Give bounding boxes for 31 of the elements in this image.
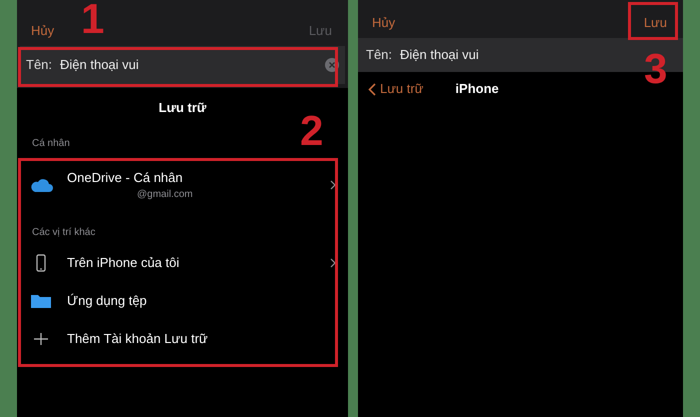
- step-number: 2: [300, 110, 324, 152]
- item-label: Trên iPhone của tôi: [67, 254, 180, 272]
- field-value: Điện thoại vui: [60, 56, 140, 74]
- screen-title: Lưu trữ: [158, 100, 206, 115]
- field-label: Tên:: [366, 46, 392, 64]
- clear-icon[interactable]: [325, 58, 339, 72]
- cloud-icon: [29, 177, 53, 193]
- item-label: OneDrive - Cá nhân: [67, 168, 184, 187]
- cancel-button[interactable]: Hủy: [372, 12, 396, 32]
- item-label: Ứng dụng tệp: [67, 292, 148, 310]
- location-item[interactable]: Ứng dụng tệp: [17, 282, 348, 320]
- highlight-frame: [628, 2, 678, 40]
- back-chevron-icon: [368, 82, 376, 96]
- field-value: Điện thoại vui: [400, 46, 479, 64]
- chevron-icon: [330, 258, 336, 268]
- field-label: Tên:: [26, 56, 52, 74]
- item-label: Thêm Tài khoản Lưu trữ: [67, 330, 209, 348]
- section-header: Các vị trí khác: [31, 226, 96, 240]
- back-button[interactable]: Lưu trữ: [368, 79, 424, 99]
- save-button[interactable]: Lưu: [642, 12, 669, 32]
- step-number: 1: [81, 0, 104, 40]
- chevron-icon: [330, 180, 336, 190]
- location-item[interactable]: OneDrive - Cá nhân @gmail.com: [17, 163, 348, 207]
- folder-icon: [29, 293, 53, 309]
- item-subtitle: @gmail.com: [136, 188, 194, 202]
- location-item[interactable]: Trên iPhone của tôi: [17, 244, 348, 282]
- cancel-button[interactable]: Hủy: [31, 20, 54, 40]
- name-field[interactable]: Tên: Điện thoại vui: [20, 46, 345, 84]
- screen-title: iPhone: [455, 80, 499, 98]
- section-header: Cá nhân: [31, 137, 71, 151]
- location-item[interactable]: Thêm Tài khoản Lưu trữ: [17, 320, 348, 358]
